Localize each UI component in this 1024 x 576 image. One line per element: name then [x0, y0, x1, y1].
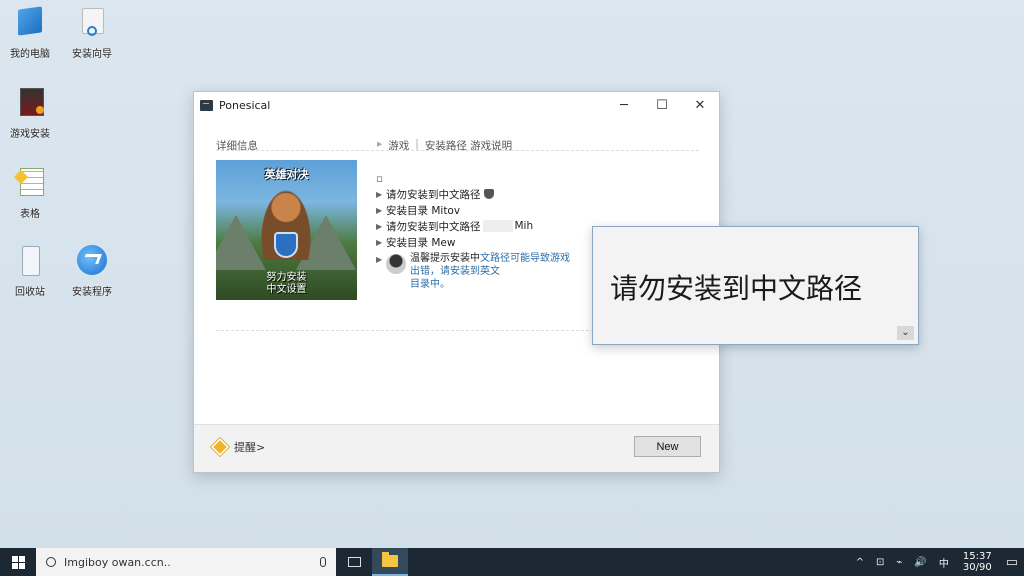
search-input[interactable]: Imgiboy owan.ccn.. [64, 556, 171, 569]
window-title: Ponesical [219, 98, 271, 112]
desktop-icon-label: 游戏安装 [10, 129, 50, 140]
list-item-label: 安装目录 Mitov [386, 204, 461, 217]
game-banner-image: 英雄对决 努力安装 中文设置 [216, 160, 357, 300]
window-footer: 提醒> New [194, 424, 719, 472]
spreadsheet-icon [12, 166, 48, 202]
desktop-icon-label: 表格 [20, 209, 40, 220]
note-line1-blue: 文路径可能导致游戏 [480, 253, 570, 264]
warning-popup: 请勿安装到中文路径 ⌄ [592, 226, 919, 345]
banner-title: 英雄对决 [264, 168, 309, 181]
clock-time: 15:37 [962, 551, 992, 562]
note-line1-dark: 温馨提示安装中 [410, 253, 480, 264]
new-button[interactable]: New [634, 436, 701, 457]
recycle-bin-icon [12, 244, 48, 280]
microphone-icon[interactable] [320, 557, 326, 567]
system-tray: ^ ⊡ ⌁ 🔊 中 15:37 30/90 ▭ [850, 551, 1024, 573]
search-icon [46, 557, 56, 567]
desktop-icon-label: 回收站 [15, 287, 45, 298]
wifi-icon[interactable]: ⌁ [896, 557, 902, 568]
diamond-icon [210, 437, 230, 457]
arrow-right-icon: ▶ [376, 205, 383, 215]
notification-icon[interactable]: ▭ [1006, 555, 1018, 570]
banner-subtitle: 努力安装 中文设置 [216, 272, 357, 296]
footer-hint[interactable]: 提醒> [210, 437, 266, 457]
desktop-icon-label: 安装向导 [72, 49, 112, 60]
list-item[interactable]: ▶ 请勿安装到中文路径 Mih [376, 218, 570, 234]
popup-text: 请勿安装到中文路径 [610, 272, 863, 305]
shield-small-icon [483, 189, 494, 199]
network-icon[interactable]: ⊡ [876, 557, 884, 568]
folder-icon [382, 552, 398, 567]
arrow-right-icon: ▶ [376, 189, 383, 199]
banner-subtitle-line1: 努力安装 [266, 272, 307, 283]
desktop-icon-label: 我的电脑 [10, 49, 50, 60]
file-explorer-button[interactable] [372, 548, 408, 576]
taskbar-search[interactable]: Imgiboy owan.ccn.. [36, 548, 336, 576]
setup-icon [74, 244, 110, 280]
task-view-button[interactable] [336, 548, 372, 576]
list-header: ▫ [376, 173, 384, 185]
desktop-icon-game-installer[interactable]: 游戏安装 [0, 86, 60, 140]
desktop-icon-recycle-bin[interactable]: 回收站 [0, 244, 60, 298]
game-installer-icon [12, 86, 48, 122]
maximize-button[interactable]: ☐ [643, 92, 681, 118]
desktop-icon-spreadsheet[interactable]: 表格 [0, 166, 60, 220]
computer-icon [12, 6, 48, 42]
list-item[interactable]: ▶ 安装目录 Mew [376, 234, 570, 250]
window-titlebar[interactable]: Ponesical ─ ☐ ✕ [194, 92, 719, 118]
note-line3: 目录中。 [410, 279, 450, 290]
note-line2: 出错，请安装到英文 [410, 266, 500, 277]
desktop-icon-installer[interactable]: 安装向导 [62, 6, 122, 60]
desktop-icon-computer[interactable]: 我的电脑 [0, 6, 60, 60]
arrow-right-icon: ▶ [376, 221, 383, 231]
footer-hint-label: 提醒> [234, 441, 266, 454]
list-item-label: 请勿安装到中文路径 [386, 220, 481, 233]
app-icon [200, 99, 213, 111]
tray-chevron-icon[interactable]: ^ [856, 557, 864, 568]
arrow-right-icon: ▶ [376, 255, 383, 264]
desktop-icon-label: 安装程序 [72, 287, 112, 298]
list-item[interactable]: ▶ 请勿安装到中文路径 [376, 186, 570, 202]
clock-date: 30/90 [962, 562, 992, 573]
shield-icon [274, 232, 298, 258]
start-button[interactable] [0, 548, 36, 576]
volume-icon[interactable]: 🔊 [914, 557, 926, 568]
close-button[interactable]: ✕ [681, 92, 719, 118]
list-item-label: 安装目录 Mew [386, 236, 456, 249]
ime-indicator[interactable]: 中 [939, 555, 949, 570]
minimize-button[interactable]: ─ [605, 92, 643, 118]
clock[interactable]: 15:37 30/90 [963, 551, 992, 573]
taskbar: Imgiboy owan.ccn.. ^ ⊡ ⌁ 🔊 中 15:37 30/90… [0, 548, 1024, 576]
avatar [386, 254, 406, 274]
warning-note: ▶ 温馨提示安装中文路径可能导致游戏 出错，请安装到英文 目录中。 [376, 252, 570, 291]
desktop-icon-setup[interactable]: 安装程序 [62, 244, 122, 298]
banner-subtitle-line2: 中文设置 [266, 284, 307, 295]
path-placeholder [482, 220, 513, 232]
task-view-icon [347, 557, 361, 567]
divider [216, 150, 699, 151]
list-item-label: 请勿安装到中文路径 [386, 188, 481, 201]
chevron-down-icon[interactable]: ⌄ [897, 326, 914, 340]
arrow-right-icon: ▶ [376, 237, 383, 247]
install-options-list: ▫ ▶ 请勿安装到中文路径 ▶ 安装目录 Mitov ▶ 请勿安装到中文路径 M… [376, 172, 570, 291]
list-item-suffix: Mih [514, 220, 534, 232]
installer-icon [74, 6, 110, 42]
windows-logo-icon [11, 555, 25, 569]
list-item[interactable]: ▶ 安装目录 Mitov [376, 202, 570, 218]
